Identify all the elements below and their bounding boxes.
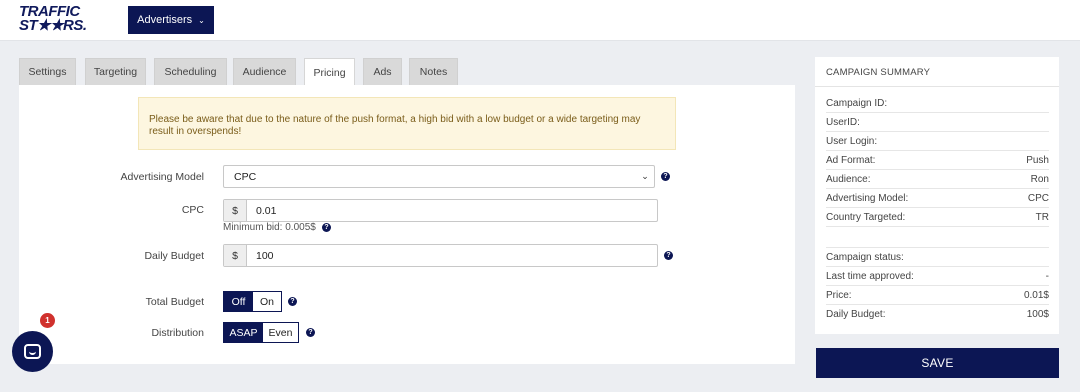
summary-row-country-targeted: Country Targeted: TR [826, 208, 1049, 227]
chevron-down-icon: ⌄ [641, 171, 649, 181]
daily-budget-label: Daily Budget [144, 250, 204, 262]
summary-value: - [1045, 270, 1049, 282]
minimum-bid-hint: Minimum bid: 0.005$ [223, 222, 316, 233]
daily-budget-row: Daily Budget [0, 250, 204, 262]
advertisers-dropdown-button[interactable]: Advertisers ⌄ [128, 6, 214, 34]
advertising-model-row: Advertising Model [0, 171, 204, 183]
advertisers-label: Advertisers [137, 14, 193, 26]
summary-row-user-id: UserID: [826, 113, 1049, 132]
summary-value: 100$ [1026, 309, 1049, 320]
chat-launcher-button[interactable] [12, 331, 53, 372]
tab-targeting[interactable]: Targeting [85, 58, 146, 85]
overspend-warning: Please be aware that due to the nature o… [138, 97, 676, 150]
help-icon[interactable]: ? [288, 297, 297, 306]
cpc-row: CPC [0, 204, 204, 216]
summary-row-price: Price: 0.01$ [826, 286, 1049, 305]
daily-budget-input[interactable]: $ 100 [223, 244, 658, 267]
chat-icon [24, 344, 41, 359]
summary-row-campaign-id: Campaign ID: [826, 94, 1049, 113]
campaign-summary-panel: CAMPAIGN SUMMARY Campaign ID: UserID: Us… [815, 57, 1059, 334]
top-bar-right [945, 0, 1080, 40]
summary-label: Campaign status: [826, 251, 904, 263]
help-icon[interactable]: ? [664, 251, 673, 260]
summary-value: CPC [1027, 192, 1049, 204]
summary-row-advertising-model: Advertising Model: CPC [826, 189, 1049, 208]
summary-value: Push [1026, 154, 1049, 166]
logo-line-2: ST★★RS. [19, 17, 87, 34]
help-icon[interactable]: ? [306, 328, 315, 337]
summary-row-user-login: User Login: [826, 132, 1049, 151]
cpc-input[interactable]: $ 0.01 [223, 199, 658, 222]
summary-value: TR [1035, 211, 1049, 223]
summary-divider [815, 86, 1059, 87]
chevron-down-icon: ⌄ [198, 15, 205, 25]
distribution-label: Distribution [151, 327, 204, 339]
summary-row-spacer [826, 229, 1049, 248]
campaign-summary-title: CAMPAIGN SUMMARY [826, 67, 931, 78]
summary-label: Ad Format: [826, 154, 876, 166]
summary-label: Audience: [826, 173, 871, 185]
currency-addon: $ [224, 200, 247, 221]
summary-row-audience: Audience: Ron [826, 170, 1049, 189]
summary-label: Campaign ID: [826, 97, 888, 109]
tab-audience[interactable]: Audience [233, 58, 296, 85]
advertising-model-value: CPC [234, 170, 257, 183]
summary-label: Daily Budget: [826, 309, 886, 320]
summary-label: User Login: [826, 135, 878, 147]
total-budget-label: Total Budget [145, 296, 204, 308]
total-budget-off-option[interactable]: Off [224, 292, 253, 311]
total-budget-on-option[interactable]: On [253, 292, 281, 311]
distribution-asap-option[interactable]: ASAP [224, 323, 263, 342]
summary-value: 0.01$ [1023, 289, 1049, 301]
summary-label: Advertising Model: [826, 192, 909, 204]
chat-notification-badge: 1 [40, 313, 55, 328]
tab-notes[interactable]: Notes [409, 58, 458, 85]
summary-label: Last time approved: [826, 270, 914, 282]
summary-row-last-time-approved: Last time approved: - [826, 267, 1049, 286]
tab-scheduling[interactable]: Scheduling [154, 58, 227, 85]
distribution-toggle[interactable]: ASAP Even [223, 322, 299, 343]
summary-row-ad-format: Ad Format: Push [826, 151, 1049, 170]
cpc-value[interactable]: 0.01 [247, 200, 657, 221]
summary-label: UserID: [826, 116, 860, 128]
advertising-model-label: Advertising Model [120, 171, 204, 183]
trafficstars-logo[interactable]: TRAFFIC ST★★RS. [19, 4, 93, 35]
tab-ads[interactable]: Ads [363, 58, 402, 85]
tab-settings[interactable]: Settings [19, 58, 76, 85]
total-budget-toggle[interactable]: Off On [223, 291, 282, 312]
help-icon[interactable]: ? [661, 172, 670, 181]
summary-label: Price: [826, 289, 852, 301]
cpc-label: CPC [181, 204, 204, 216]
summary-value: Ron [1030, 173, 1049, 185]
summary-label: Country Targeted: [826, 211, 906, 223]
summary-row-daily-budget: Daily Budget: 100$ [826, 305, 1049, 324]
advertising-model-select[interactable]: CPC ⌄ [223, 165, 655, 188]
summary-row-campaign-status: Campaign status: [826, 248, 1049, 267]
total-budget-row: Total Budget [0, 296, 204, 308]
daily-budget-value[interactable]: 100 [247, 245, 657, 266]
currency-addon: $ [224, 245, 247, 266]
help-icon[interactable]: ? [322, 223, 331, 232]
tab-pricing[interactable]: Pricing [304, 58, 355, 86]
save-button[interactable]: SAVE [816, 348, 1059, 378]
distribution-even-option[interactable]: Even [263, 323, 298, 342]
top-bar-divider [0, 40, 1080, 41]
